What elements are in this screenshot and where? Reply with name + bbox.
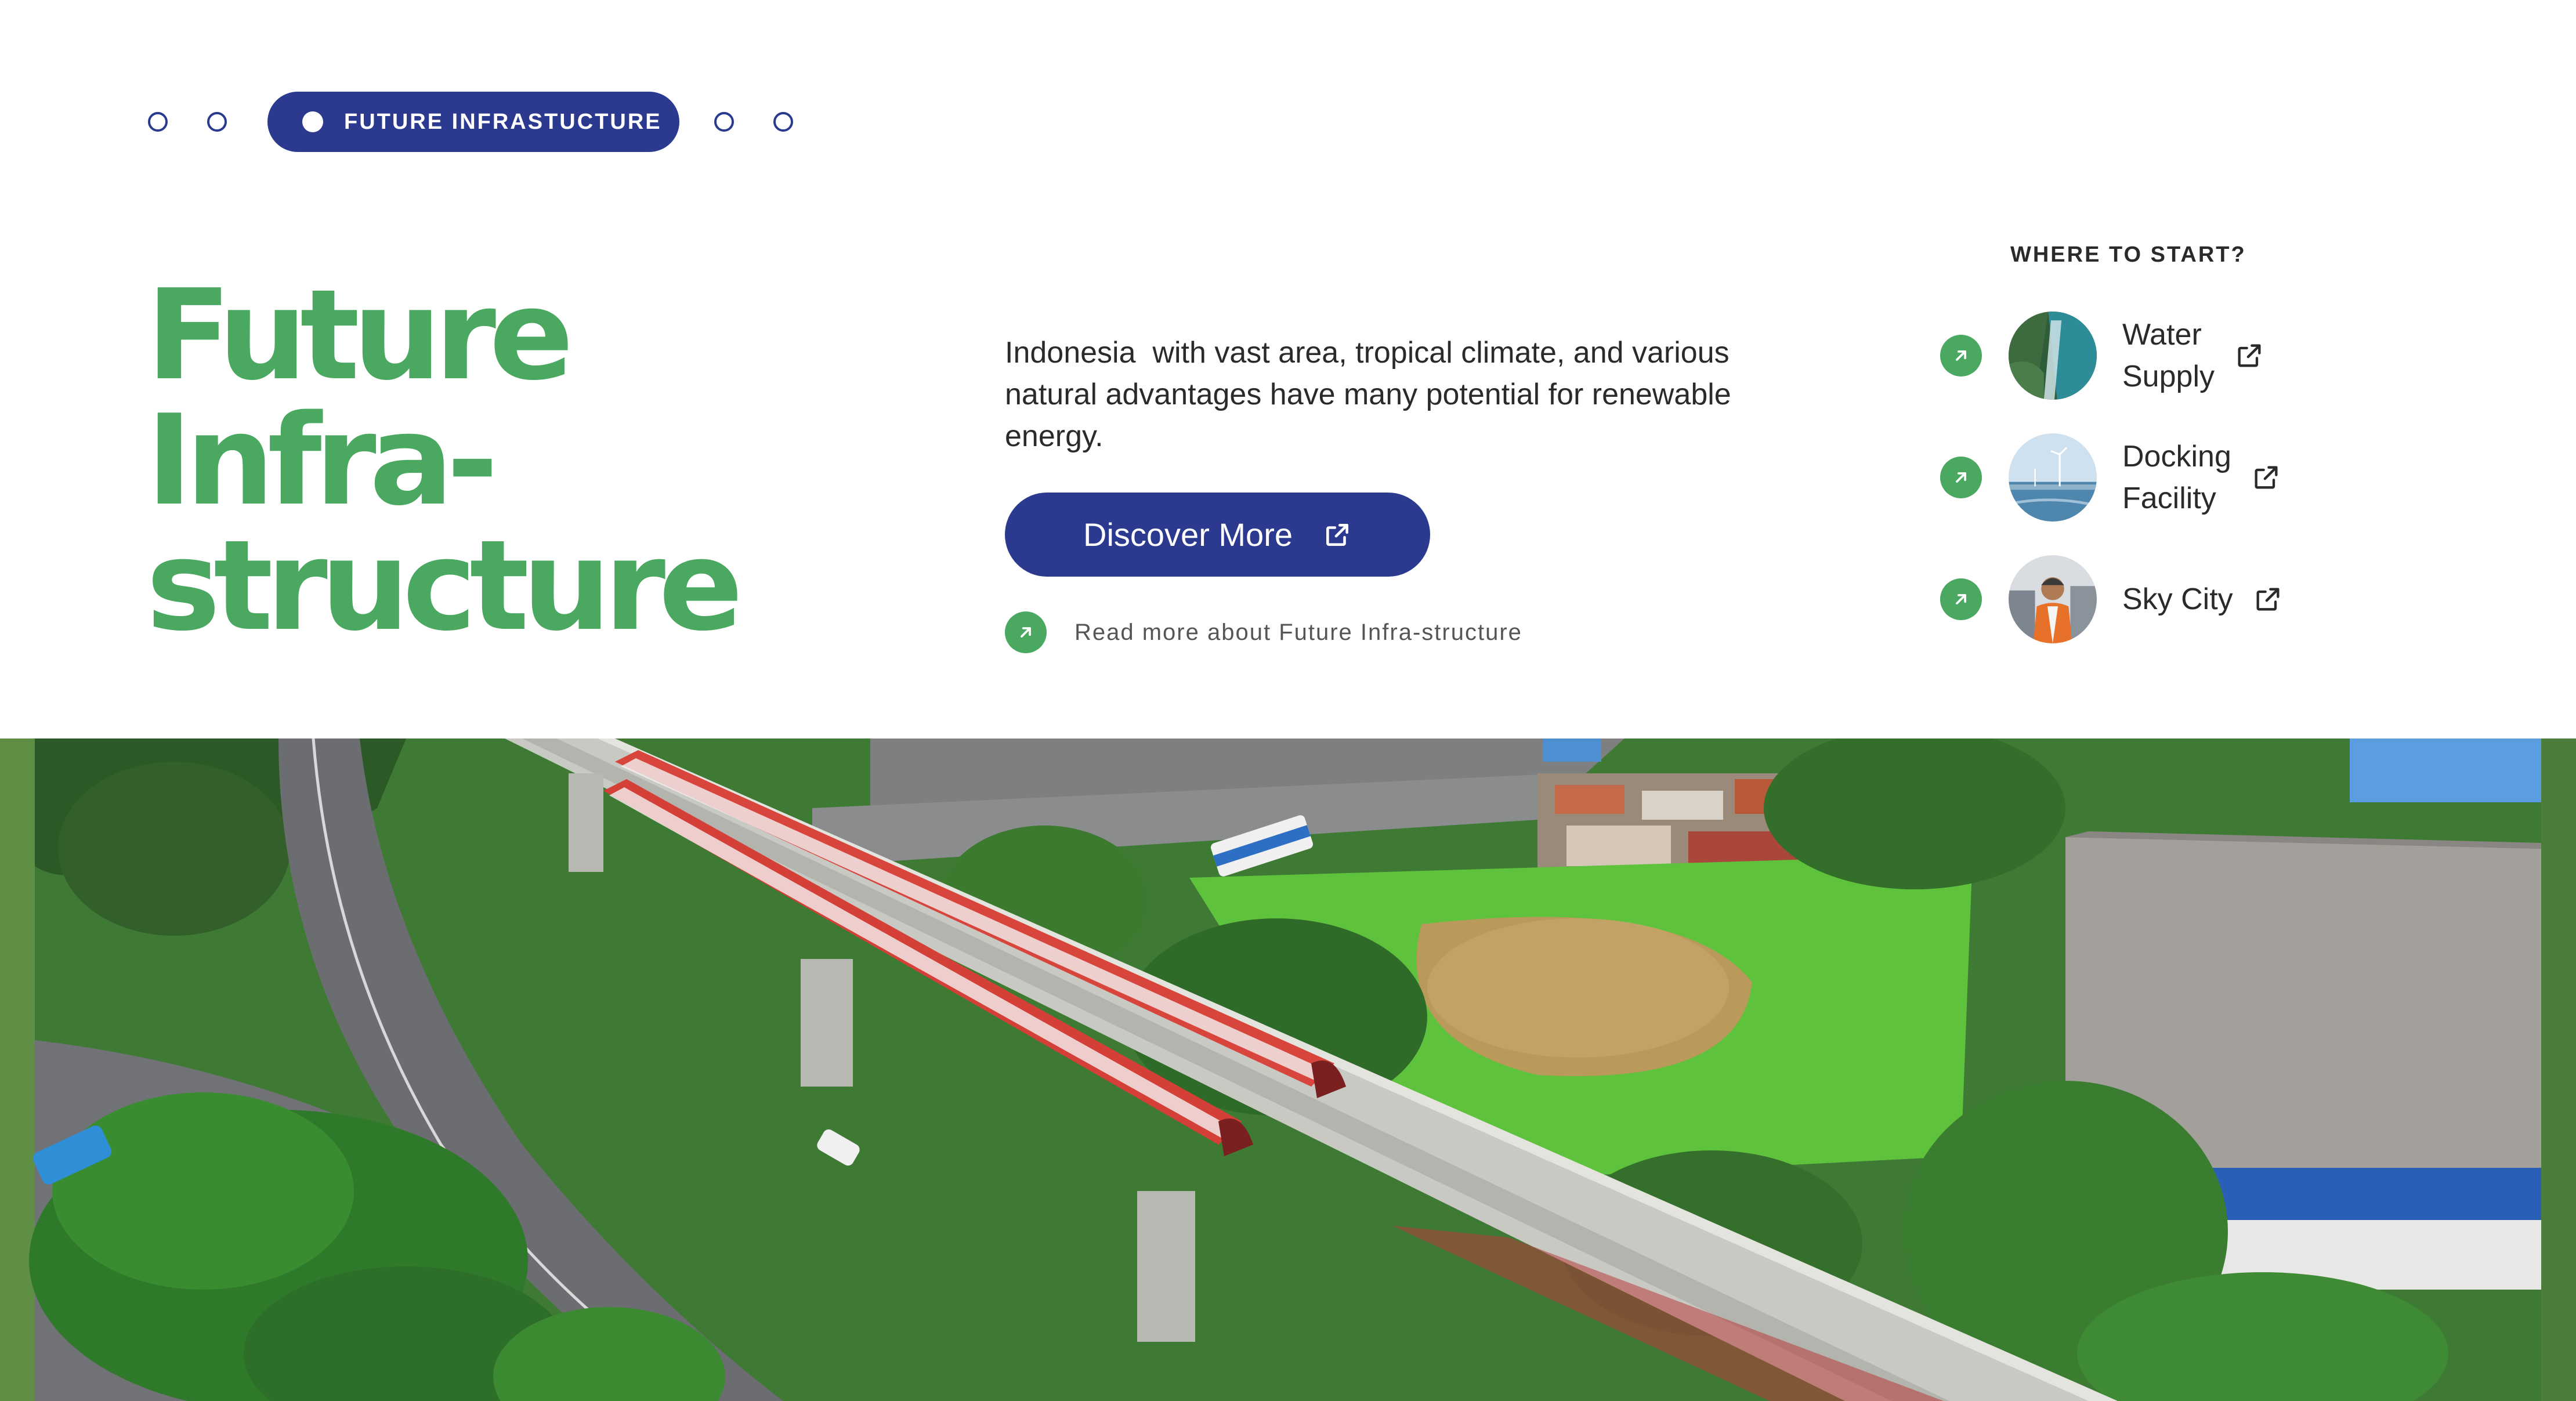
arrow-up-right-icon [1940, 335, 1982, 377]
hero-photo [0, 738, 2576, 1401]
pager-dot-1[interactable] [148, 112, 168, 132]
where-to-start-title: WHERE TO START? [2010, 242, 2246, 267]
arrow-up-right-icon [1005, 611, 1047, 653]
pager-dot-3[interactable] [714, 112, 734, 132]
arrow-up-right-icon [1940, 578, 1982, 620]
pager-active-label: FUTURE INFRASTUCTURE [344, 109, 662, 134]
discover-more-button[interactable]: Discover More [1005, 493, 1430, 577]
elevated-railway-aerial-image [0, 738, 2576, 1401]
intro-text: Indonesia with vast area, tropical clima… [1005, 336, 1740, 453]
start-item-water-supply[interactable]: Water Supply [1940, 310, 2264, 401]
read-more-link[interactable]: Read more about Future Infra-structure [1005, 610, 1522, 654]
sky-city-thumbnail [2009, 555, 2097, 643]
hero-title-line-2: Infra- [146, 388, 498, 533]
external-link-icon[interactable] [2234, 341, 2264, 371]
discover-more-label: Discover More [1083, 516, 1293, 553]
hero-title-line-3: structure [146, 513, 743, 658]
docking-facility-thumbnail [2009, 433, 2097, 522]
start-item-label: Sky City [2122, 582, 2233, 616]
external-link-icon[interactable] [2251, 462, 2281, 493]
hero-title: Future Infra- structure [146, 262, 743, 658]
read-more-label: Read more about Future Infra-structure [1074, 619, 1522, 645]
pager-dot-4[interactable] [773, 112, 793, 132]
start-item-docking-facility[interactable]: Docking Facility [1940, 432, 2281, 523]
external-link-icon[interactable] [2253, 584, 2283, 614]
pager-dot-2[interactable] [207, 112, 227, 132]
pager-active-dot [302, 111, 323, 132]
slide-pager: FUTURE INFRASTUCTURE [148, 92, 793, 152]
hero-title-line-1: Future [146, 262, 574, 408]
arrow-up-right-icon [1940, 457, 1982, 498]
external-link-icon [1326, 523, 1348, 546]
pager-active-pill[interactable]: FUTURE INFRASTUCTURE [267, 92, 679, 152]
start-item-label: Docking Facility [2122, 440, 2231, 515]
start-item-sky-city[interactable]: Sky City [1940, 554, 2283, 645]
water-supply-thumbnail [2009, 312, 2097, 400]
start-item-label: Water Supply [2122, 318, 2215, 393]
